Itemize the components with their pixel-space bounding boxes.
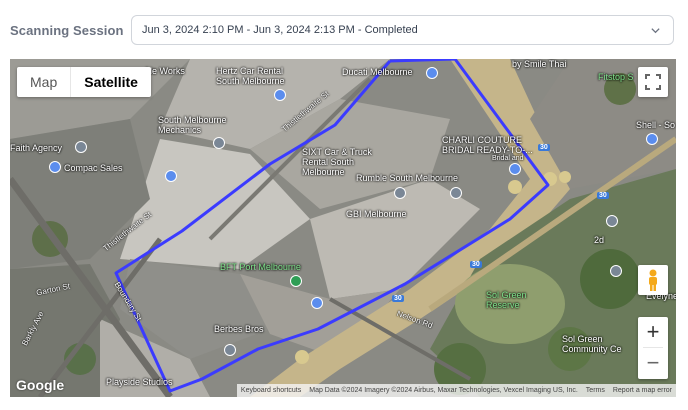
place-label-compac-sales: Compac Sales: [64, 163, 123, 173]
place-label-playside: Playside Studios: [106, 377, 173, 387]
keyboard-shortcuts-link[interactable]: Keyboard shortcuts: [237, 387, 305, 394]
route-shield: 30: [470, 261, 482, 268]
place-label-fitstop: Fitstop S: [598, 72, 634, 82]
chevron-down-icon: [651, 28, 660, 34]
poi-marker-icon[interactable]: [426, 67, 438, 79]
place-label-ducati: Ducati Melbourne: [342, 67, 413, 77]
fullscreen-button[interactable]: [638, 67, 668, 97]
poi-marker-icon[interactable]: [49, 161, 61, 173]
fullscreen-icon: [645, 74, 661, 90]
map-type-satellite-button[interactable]: Satellite: [71, 67, 151, 97]
place-label-rumble: Rumble South Melbourne: [356, 173, 459, 183]
map-attribution: Keyboard shortcuts Map Data ©2024 Imager…: [236, 384, 676, 397]
poi-marker-icon[interactable]: [224, 344, 236, 356]
map-data-text: Map Data ©2024 Imagery ©2024 Airbus, Max…: [309, 387, 578, 394]
map-type-map-button[interactable]: Map: [17, 67, 70, 97]
place-label-bridal: Bridal and: [492, 155, 524, 162]
poi-marker-icon[interactable]: [165, 170, 177, 182]
session-label: Scanning Session: [10, 23, 124, 38]
zoom-in-button[interactable]: +: [638, 317, 668, 347]
satellite-map[interactable]: Ale Works Hertz Car Rental South Melbour…: [10, 59, 676, 397]
poi-marker-icon[interactable]: [606, 215, 618, 227]
place-label-berbes: Berbes Bros: [214, 324, 264, 334]
place-label-shell: Shell - So: [636, 120, 676, 130]
street-view-pegman[interactable]: [638, 265, 668, 295]
place-label-2d: 2d: [594, 235, 605, 245]
poi-marker-icon[interactable]: [646, 133, 658, 145]
poi-marker-icon[interactable]: [213, 137, 225, 149]
place-label-smile-thai: by Smile Thai: [512, 59, 567, 69]
report-error-link[interactable]: Report a map error: [609, 387, 676, 394]
poi-marker-icon[interactable]: [610, 265, 622, 277]
poi-marker-icon[interactable]: [394, 187, 406, 199]
poi-marker-icon[interactable]: [450, 187, 462, 199]
zoom-control: + −: [638, 317, 668, 379]
place-label-gbi: GBI Melbourne: [346, 209, 407, 219]
route-shield: 30: [538, 144, 550, 151]
place-label-hertz: Hertz Car Rental South Melbourne: [216, 66, 285, 86]
place-label-faith-agency: Faith Agency: [10, 143, 63, 153]
route-shield: 30: [392, 295, 404, 302]
place-label-south-melb-mechanics: South Melbourne Mechanics: [158, 115, 227, 135]
google-logo: Google: [16, 377, 65, 393]
poi-marker-icon[interactable]: [311, 297, 323, 309]
place-label-sol-green-community: Sol Green Community Ce: [562, 334, 622, 354]
map-type-control: Map Satellite: [17, 67, 151, 97]
place-label-charli-couture: CHARLI COUTURE BRIDAL READY-TO-...: [442, 135, 533, 155]
session-select[interactable]: Jun 3, 2024 2:10 PM - Jun 3, 2024 2:13 P…: [131, 15, 674, 45]
place-label-sol-green-reserve: Sol Green Reserve: [486, 290, 527, 310]
poi-marker-icon[interactable]: [75, 141, 87, 153]
pegman-icon: [649, 269, 657, 291]
poi-marker-icon[interactable]: [290, 275, 302, 287]
route-shield: 30: [597, 192, 609, 199]
session-bar: Scanning Session Jun 3, 2024 2:10 PM - J…: [0, 0, 688, 58]
poi-marker-icon[interactable]: [509, 163, 521, 175]
terms-link[interactable]: Terms: [582, 387, 609, 394]
session-value: Jun 3, 2024 2:10 PM - Jun 3, 2024 2:13 P…: [142, 24, 418, 36]
zoom-out-button[interactable]: −: [638, 348, 668, 378]
poi-marker-icon[interactable]: [274, 89, 286, 101]
place-label-bft: BFT Port Melbourne: [220, 262, 301, 272]
